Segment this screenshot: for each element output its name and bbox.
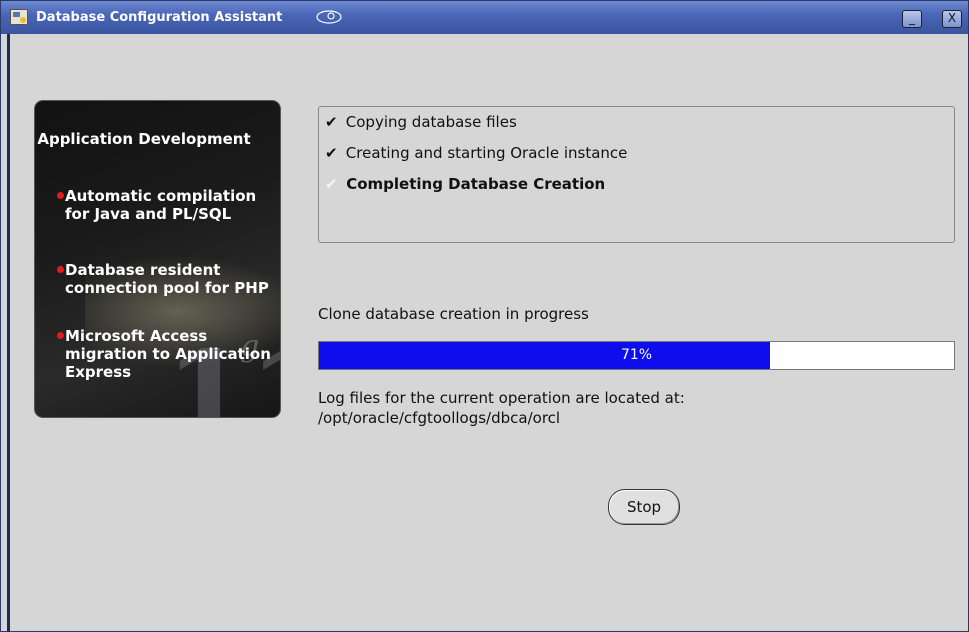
log-caption: Log files for the current operation are … bbox=[318, 389, 685, 407]
oracle-11g-banner: 11 g Application Development Automatic c… bbox=[34, 100, 281, 418]
title-bar[interactable]: Database Configuration Assistant _ X bbox=[1, 1, 968, 34]
window-title: Database Configuration Assistant bbox=[36, 10, 283, 25]
banner-bullet-text: Database resident connection pool for PH… bbox=[65, 261, 269, 297]
banner-bullet: Automatic compilation for Java and PL/SQ… bbox=[57, 187, 275, 223]
banner-bullet-text: Microsoft Access migration to Applicatio… bbox=[65, 327, 271, 381]
checkmark-icon: ✔ bbox=[325, 113, 338, 131]
step-item-current: ✔ Completing Database Creation bbox=[325, 175, 605, 193]
bullet-dot-icon bbox=[57, 192, 64, 199]
bullet-dot-icon bbox=[57, 266, 64, 273]
banner-bullet: Microsoft Access migration to Applicatio… bbox=[57, 327, 275, 381]
banner-bullet-text: Automatic compilation for Java and PL/SQ… bbox=[65, 187, 257, 223]
step-label: Creating and starting Oracle instance bbox=[345, 144, 628, 162]
log-info: Log files for the current operation are … bbox=[318, 388, 685, 428]
window-left-edge bbox=[7, 34, 10, 632]
log-path: /opt/oracle/cfgtoollogs/dbca/orcl bbox=[318, 409, 561, 427]
progress-steps-panel: ✔ Copying database files ✔ Creating and … bbox=[318, 106, 955, 243]
step-label: Completing Database Creation bbox=[346, 175, 606, 193]
stop-button[interactable]: Stop bbox=[608, 489, 680, 525]
checkmark-icon: ✔ bbox=[325, 175, 338, 193]
dbca-window: Database Configuration Assistant _ X 11 … bbox=[0, 0, 969, 632]
progress-percent-label: 71% bbox=[620, 347, 653, 363]
step-label: Copying database files bbox=[345, 113, 517, 131]
bullet-dot-icon bbox=[57, 332, 64, 339]
checkmark-icon: ✔ bbox=[325, 144, 338, 162]
step-item: ✔ Copying database files bbox=[325, 113, 517, 131]
swirl-icon bbox=[316, 10, 342, 24]
banner-heading: Application Development bbox=[37, 130, 251, 148]
close-button[interactable]: X bbox=[942, 10, 962, 28]
step-item: ✔ Creating and starting Oracle instance bbox=[325, 144, 627, 162]
progress-bar: 71% bbox=[318, 341, 955, 370]
minimize-button[interactable]: _ bbox=[902, 10, 922, 28]
status-text: Clone database creation in progress bbox=[318, 305, 589, 323]
banner-bullet: Database resident connection pool for PH… bbox=[57, 261, 275, 297]
app-icon bbox=[10, 9, 28, 25]
